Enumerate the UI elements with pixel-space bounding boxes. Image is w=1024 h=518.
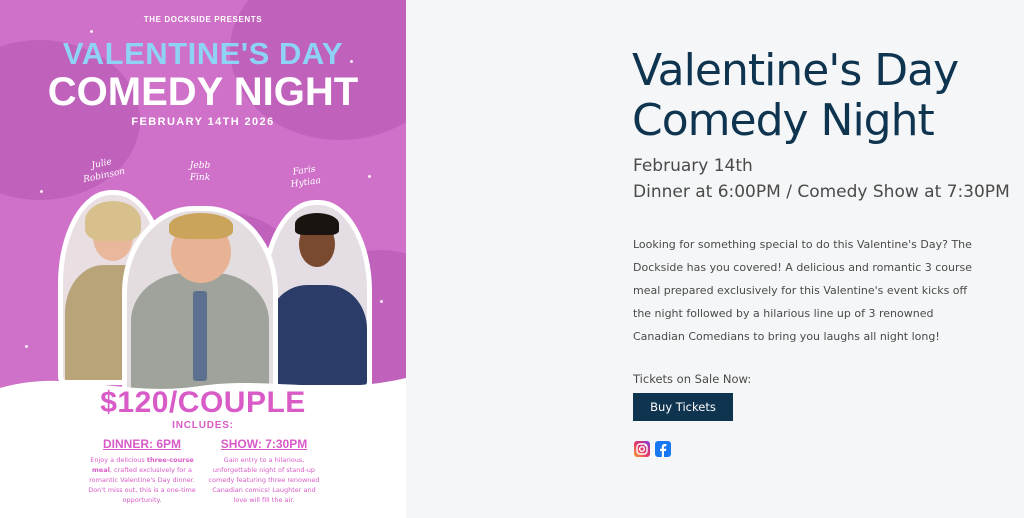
show-description: Gain entry to a hilarious, unforgettable…	[208, 456, 320, 504]
poster-date: FEBRUARY 14TH 2026	[131, 116, 275, 128]
facebook-icon[interactable]	[655, 441, 671, 457]
show-heading: SHOW: 7:30PM	[220, 437, 308, 451]
event-poster: THE DOCKSIDE PRESENTS VALENTINE'S DAY CO…	[0, 0, 406, 518]
buy-tickets-button[interactable]: Buy Tickets	[633, 393, 733, 421]
poster-title-line1: VALENTINE'S DAY	[62, 36, 344, 71]
tickets-label: Tickets on Sale Now:	[633, 372, 752, 386]
poster-price: $120/COUPLE	[100, 386, 306, 419]
comedian-name: Jebb Fink	[189, 161, 211, 183]
poster-presenter: THE DOCKSIDE PRESENTS	[143, 15, 263, 24]
comedian-name: Faris Hytiaa	[290, 164, 322, 190]
event-title-line2: Comedy Night	[632, 95, 935, 146]
poster-includes: INCLUDES:	[172, 420, 234, 431]
dinner-heading: DINNER: 6PM	[102, 437, 181, 451]
event-date: February 14th	[633, 156, 753, 176]
comedian-photo	[122, 206, 278, 394]
dinner-description: Enjoy a delicious three-course meal, cra…	[88, 456, 196, 504]
poster-title-line2: COMEDY NIGHT	[47, 70, 359, 114]
event-times: Dinner at 6:00PM / Comedy Show at 7:30PM	[633, 182, 1010, 202]
event-title: Valentine's Day Comedy Night	[632, 46, 1012, 146]
event-title-line1: Valentine's Day	[632, 45, 959, 96]
comedian-photo	[262, 200, 372, 390]
instagram-icon[interactable]	[634, 441, 650, 457]
event-description: Looking for something special to do this…	[633, 238, 973, 343]
